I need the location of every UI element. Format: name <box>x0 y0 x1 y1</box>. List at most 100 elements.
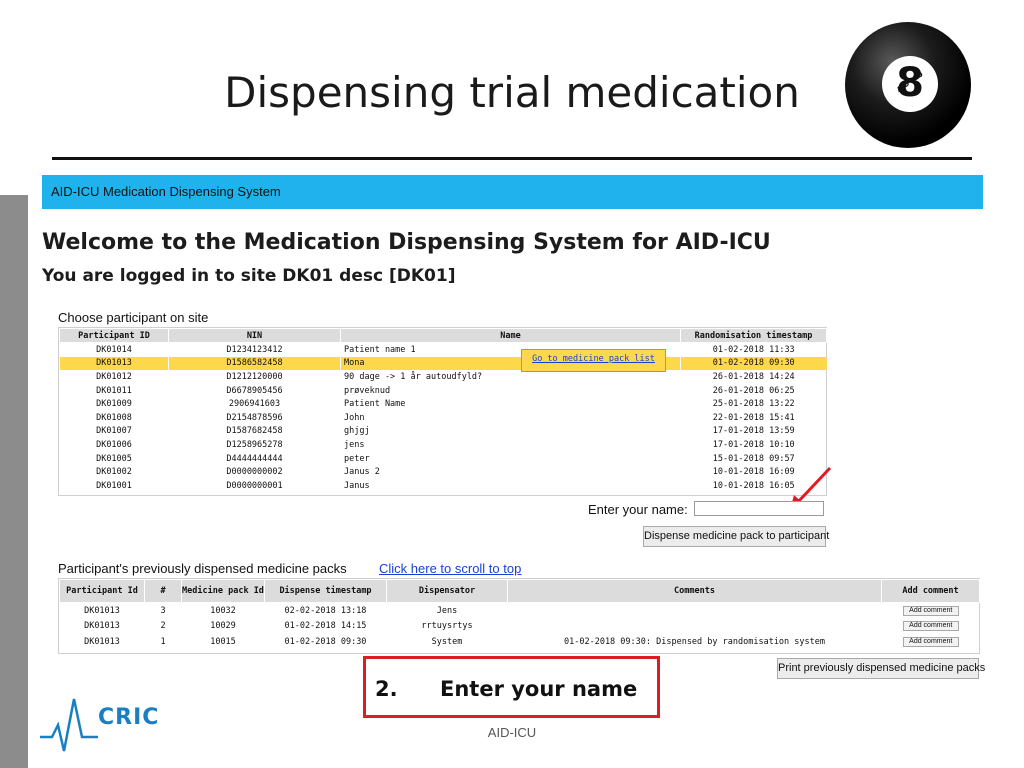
name-cell: Janus <box>340 478 681 493</box>
pack-participant-id-cell: DK01013 <box>59 602 145 619</box>
app-header-bar: AID-ICU Medication Dispensing System <box>42 175 983 209</box>
randomisation-timestamp-cell: 26-01-2018 06:25 <box>680 383 827 398</box>
name-cell: peter <box>340 451 681 466</box>
randomisation-timestamp-cell: 01-02-2018 11:33 <box>680 342 827 357</box>
col-header-dispensator[interactable]: Dispensator <box>386 579 508 603</box>
participant-id-cell: DK01012 <box>59 370 169 384</box>
table-row[interactable]: DK01006 D1258965278 jens 17-01-2018 10:10 <box>59 438 827 452</box>
table-row[interactable]: DK01011 D6678905456 prøveknud 26-01-2018 06… <box>59 383 827 398</box>
nin-cell: D0000000002 <box>168 465 341 479</box>
dispense-button[interactable]: Dispense medicine pack to participant <box>643 526 829 547</box>
add-comment-button[interactable]: Add comment <box>902 621 959 632</box>
col-header-pack-participant-id[interactable]: Participant Id <box>59 579 145 603</box>
participant-id-cell: DK01013 <box>59 356 169 371</box>
col-header-medicine-pack-id[interactable]: Medicine pack Id <box>181 579 265 603</box>
table-row[interactable]: DK01002 D0000000002 Janus 2 10-01-2018 16:0… <box>59 465 827 479</box>
nin-cell: D1587682458 <box>168 424 341 439</box>
table-row[interactable]: DK01005 D4444444444 peter 15-01-2018 09:57 <box>59 451 827 466</box>
slide-footer: AID-ICU <box>487 725 537 740</box>
comment-cell <box>507 602 882 619</box>
table-row[interactable]: DK01009 2906941603 Patient Name 25-01-2018 … <box>59 397 827 411</box>
app-title: AID-ICU Medication Dispensing System <box>51 184 281 199</box>
medicine-pack-id-cell: 10032 <box>181 602 265 619</box>
nin-cell: D1258965278 <box>168 438 341 452</box>
col-header-add-comment[interactable]: Add comment <box>881 579 980 603</box>
welcome-heading: Welcome to the Medication Dispensing Sys… <box>42 230 771 255</box>
col-header-randomisation-timestamp[interactable]: Randomisation timestamp <box>680 328 827 343</box>
participant-id-cell: DK01002 <box>59 465 169 479</box>
randomisation-timestamp-cell: 01-02-2018 09:30 <box>680 356 827 371</box>
participants-header-row: Participant ID NIN Name Randomisation ti… <box>59 328 827 343</box>
name-input[interactable] <box>694 501 824 516</box>
nin-cell: D4444444444 <box>168 451 341 466</box>
choose-participant-label: Choose participant on site <box>58 310 209 325</box>
nin-cell: D1234123412 <box>168 342 341 357</box>
col-header-name[interactable]: Name <box>340 328 681 343</box>
col-header-dispense-timestamp[interactable]: Dispense timestamp <box>264 579 387 603</box>
logged-in-heading: You are logged in to site DK01 desc [DK0… <box>42 266 456 286</box>
randomisation-timestamp-cell: 17-01-2018 10:10 <box>680 438 827 452</box>
dispensator-cell: rrtuysrtys <box>386 618 508 634</box>
table-row[interactable]: DK01001 D0000000001 Janus 10-01-2018 16:05 <box>59 478 827 493</box>
callout-step-text: Enter your name <box>440 677 638 701</box>
name-cell: 90 dage -> 1 år autoudfyld? <box>340 370 681 384</box>
randomisation-timestamp-cell: 17-01-2018 13:59 <box>680 424 827 439</box>
add-comment-cell: Add comment <box>881 618 980 634</box>
callout-step-number: 2. <box>375 677 398 701</box>
dispense-timestamp-cell: 01-02-2018 09:30 <box>264 634 387 650</box>
add-comment-cell: Add comment <box>881 602 980 619</box>
previous-packs-label: Participant's previously dispensed medic… <box>58 561 347 576</box>
dispense-timestamp-cell: 02-02-2018 13:18 <box>264 602 387 619</box>
name-cell: Janus 2 <box>340 465 681 479</box>
table-row: DK01013 3 10032 02-02-2018 13:18 Jens Add com… <box>59 602 980 619</box>
participant-id-cell: DK01011 <box>59 383 169 398</box>
table-row[interactable]: DK01014 D1234123412 Patient name 1 01-02-20… <box>59 342 827 357</box>
pack-number-cell: 2 <box>144 618 182 634</box>
nin-cell: 2906941603 <box>168 397 341 411</box>
enter-name-label: Enter your name: <box>588 502 688 517</box>
table-row: DK01013 1 10015 01-02-2018 09:30 System 01-02… <box>59 634 980 650</box>
medicine-pack-id-cell: 10015 <box>181 634 265 650</box>
pack-participant-id-cell: DK01013 <box>59 634 145 650</box>
participants-table: Participant ID NIN Name Randomisation ti… <box>59 328 827 493</box>
nin-cell: D0000000001 <box>168 478 341 493</box>
col-header-nin[interactable]: NIN <box>168 328 341 343</box>
goto-medicine-pack-link[interactable]: Go to medicine pack list <box>522 354 665 364</box>
nin-cell: D2154878596 <box>168 410 341 425</box>
pack-number-cell: 3 <box>144 602 182 619</box>
slide-side-bar <box>0 195 28 768</box>
participant-id-cell: DK01006 <box>59 438 169 452</box>
name-cell: jens <box>340 438 681 452</box>
scroll-to-top-link[interactable]: Click here to scroll to top <box>379 561 521 576</box>
table-row[interactable]: DK01008 D2154878596 John 22-01-2018 15:41 <box>59 410 827 425</box>
comment-cell: 01-02-2018 09:30: Dispensed by randomisa… <box>507 634 882 650</box>
name-cell: prøveknud <box>340 383 681 398</box>
title-rule <box>52 157 972 160</box>
print-packs-button[interactable]: Print previously dispensed medicine pack… <box>777 658 985 679</box>
instruction-callout: 2. Enter your name <box>363 656 660 718</box>
pack-number-cell: 1 <box>144 634 182 650</box>
name-cell: Patient Name <box>340 397 681 411</box>
participant-id-cell: DK01007 <box>59 424 169 439</box>
packs-header-row: Participant Id # Medicine pack Id Dispen… <box>59 579 980 603</box>
participant-id-cell: DK01005 <box>59 451 169 466</box>
table-row: DK01013 2 10029 01-02-2018 14:15 rrtuysrtys A… <box>59 618 980 634</box>
add-comment-button[interactable]: Add comment <box>902 605 959 616</box>
comment-cell <box>507 618 882 634</box>
packs-table: Participant Id # Medicine pack Id Dispen… <box>59 579 980 650</box>
col-header-participant-id[interactable]: Participant ID <box>59 328 169 343</box>
col-header-comments[interactable]: Comments <box>507 579 882 603</box>
table-row[interactable]: DK01013 D1586582458 Mona 01-02-2018 09:30 <box>59 356 827 371</box>
add-comment-button[interactable]: Add comment <box>902 636 959 647</box>
table-row[interactable]: DK01012 D1212120000 90 dage -> 1 år autoud… <box>59 370 827 384</box>
col-header-pack-number[interactable]: # <box>144 579 182 603</box>
goto-medicine-pack-popup[interactable]: Go to medicine pack list <box>521 349 666 372</box>
pack-participant-id-cell: DK01013 <box>59 618 145 634</box>
randomisation-timestamp-cell: 25-01-2018 13:22 <box>680 397 827 411</box>
participant-id-cell: DK01008 <box>59 410 169 425</box>
table-row[interactable]: DK01007 D1587682458 ghjgj 17-01-2018 13:59 <box>59 424 827 439</box>
medicine-pack-id-cell: 10029 <box>181 618 265 634</box>
name-cell: ghjgj <box>340 424 681 439</box>
dispensator-cell: System <box>386 634 508 650</box>
nin-cell: D6678905456 <box>168 383 341 398</box>
